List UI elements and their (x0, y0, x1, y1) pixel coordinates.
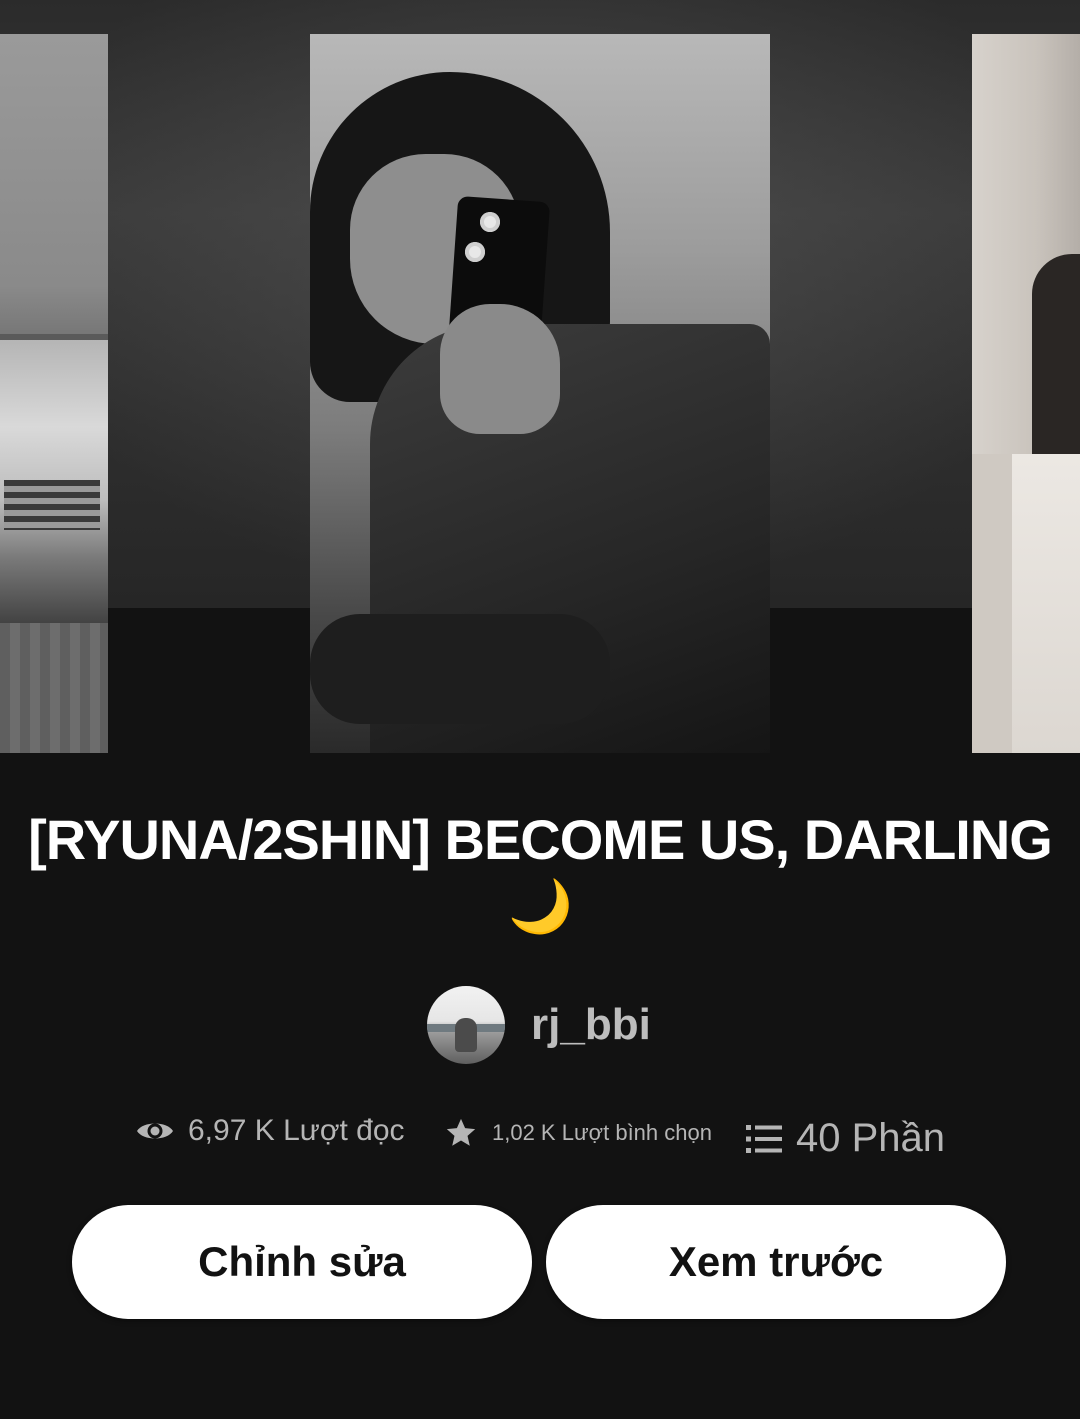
figure-hair (1032, 254, 1080, 484)
story-stats: 6,97 K Lượt đọc 1,02 K Lượt bình chọn 40… (0, 1108, 1080, 1168)
story-title-text: [RYUNA/2SHIN] BECOME US, DARLING (28, 808, 1053, 871)
figure-coat (972, 454, 1080, 753)
reads-count: 6,97 K Lượt đọc (188, 1114, 405, 1147)
figure-hand (440, 304, 560, 434)
author-link[interactable]: rj_bbi (427, 985, 651, 1065)
road-illustration (0, 623, 108, 753)
cover-image-previous[interactable] (0, 34, 108, 753)
cover-image-current[interactable] (310, 34, 770, 753)
flower-icon (480, 212, 500, 232)
cover-image-next[interactable] (972, 34, 1080, 753)
parts-count: 40 Phần (796, 1116, 946, 1160)
flower-icon (465, 242, 485, 262)
eye-icon (136, 1118, 174, 1144)
votes-count: 1,02 K Lượt bình chọn (492, 1120, 712, 1145)
figure-pillow (310, 614, 610, 724)
parts-stat[interactable]: 40 Phần (746, 1116, 945, 1161)
story-title: [RYUNA/2SHIN] BECOME US, DARLING 🌙 (0, 808, 1080, 942)
truck-illustration (0, 334, 108, 630)
star-icon (444, 1116, 478, 1150)
avatar-person (455, 1018, 477, 1052)
reads-stat: 6,97 K Lượt đọc (136, 1114, 405, 1148)
votes-stat: 1,02 K Lượt bình chọn (444, 1116, 712, 1150)
avatar[interactable] (427, 986, 505, 1064)
crescent-moon-icon: 🌙 (508, 878, 573, 936)
edit-button[interactable]: Chỉnh sửa (72, 1205, 532, 1319)
author-username[interactable]: rj_bbi (531, 1000, 651, 1050)
list-icon (746, 1123, 782, 1155)
preview-button[interactable]: Xem trước (546, 1205, 1006, 1319)
